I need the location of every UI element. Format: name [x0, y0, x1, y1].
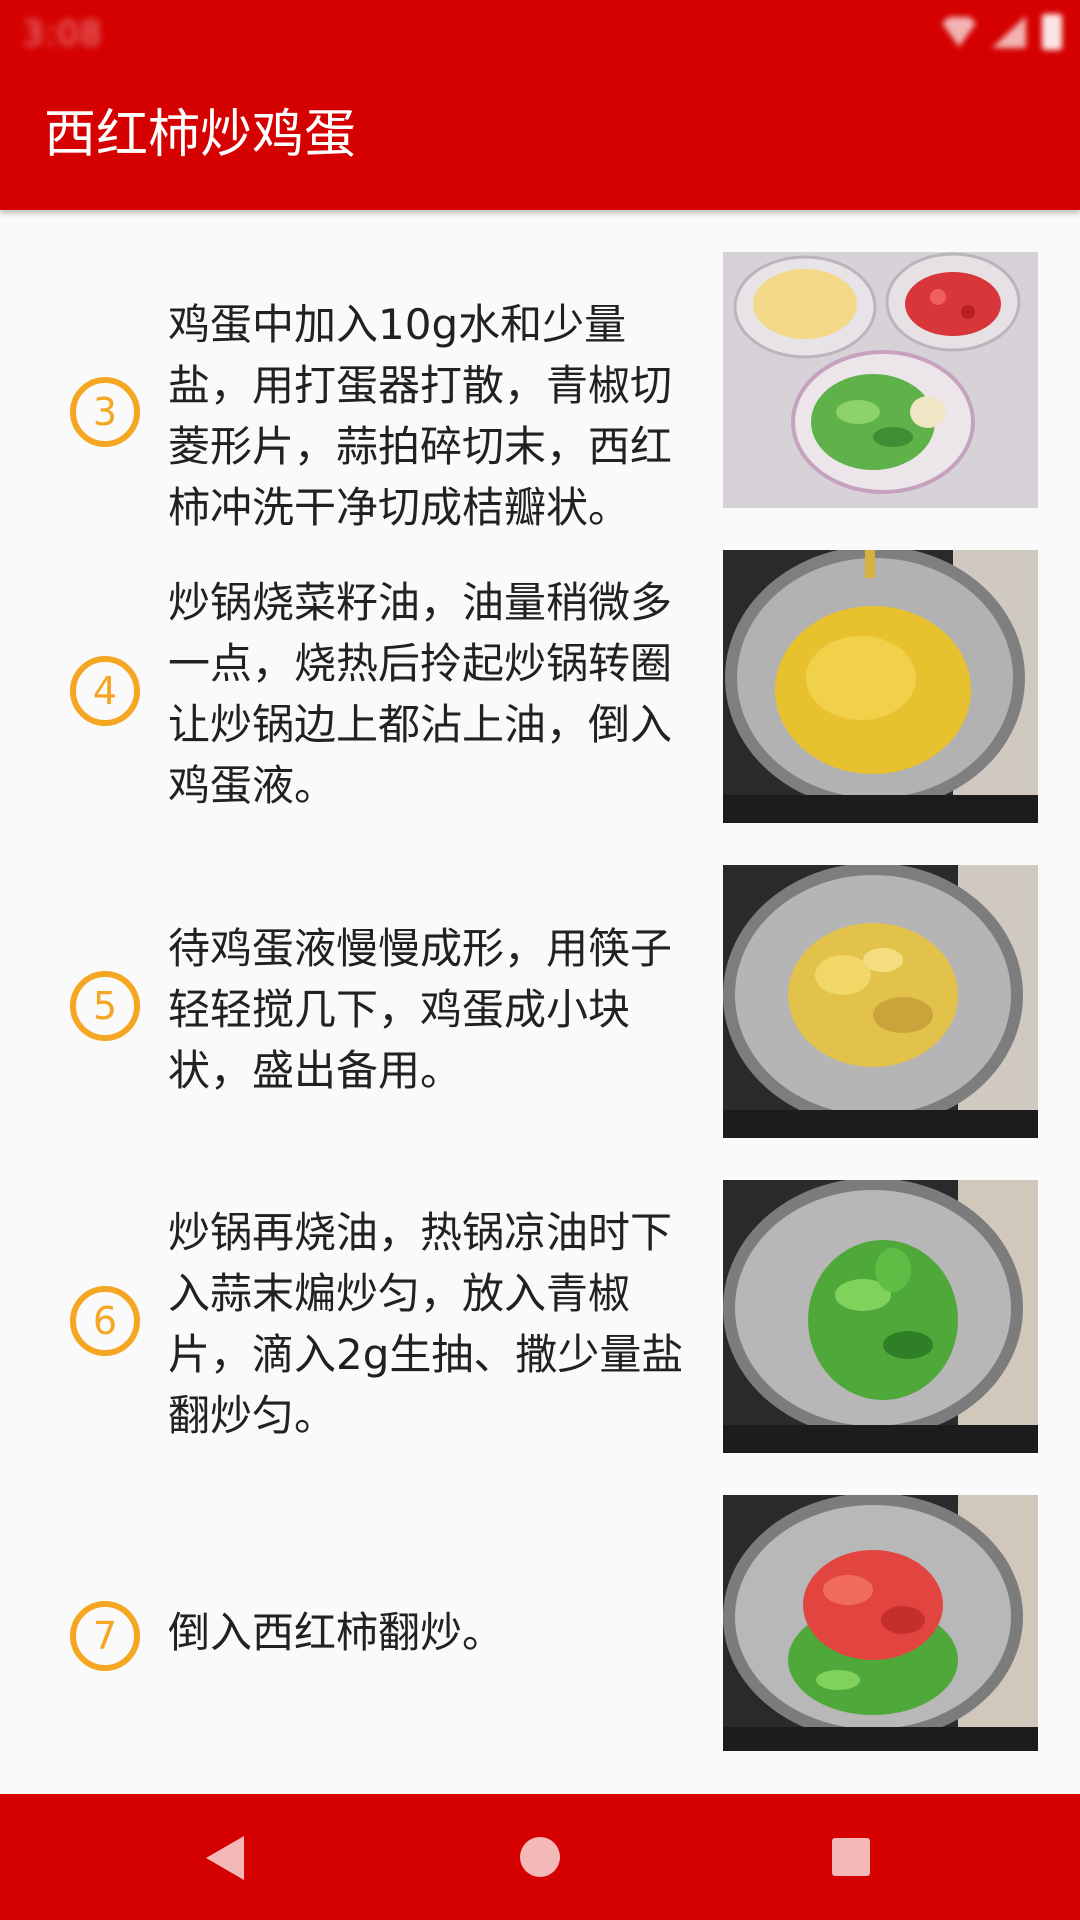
step-text: 炒锅烧菜籽油，油量稍微多一点，烧热后拎起炒锅转圈让炒锅边上都沾上油，倒入鸡蛋液。	[168, 578, 673, 810]
navigation-bar	[0, 1794, 1080, 1920]
step-text: 鸡蛋中加入10g水和少量盐，用打蛋器打散，青椒切菱形片，蒜拍碎切末，西红柿冲洗干…	[168, 300, 673, 532]
step-item[interactable]: 3 鸡蛋中加入10g水和少量盐，用打蛋器打散，青椒切菱形片，蒜拍碎切末，西红柿冲…	[0, 252, 1080, 567]
status-bar: 3:08	[0, 0, 1080, 63]
wifi-icon	[942, 17, 976, 47]
step-number-badge: 5	[70, 971, 140, 1041]
back-button[interactable]	[206, 1836, 244, 1880]
steps-list[interactable]: 3 鸡蛋中加入10g水和少量盐，用打蛋器打散，青椒切菱形片，蒜拍碎切末，西红柿冲…	[0, 210, 1080, 1794]
step-photo[interactable]	[723, 865, 1038, 1138]
step-item[interactable]: 7 倒入西红柿翻炒。	[0, 1495, 1080, 1794]
step-number-badge: 7	[70, 1601, 140, 1671]
step-photo[interactable]	[723, 1495, 1038, 1751]
wok-scrambled-egg-image	[723, 865, 1038, 1138]
step-text: 待鸡蛋液慢慢成形，用筷子轻轻搅几下，鸡蛋成小块状，盛出备用。	[168, 924, 673, 1095]
battery-icon	[1042, 14, 1062, 50]
status-time: 3:08	[22, 14, 103, 54]
recents-button[interactable]	[832, 1838, 870, 1876]
step-text: 炒锅再烧油，热锅凉油时下入蒜末煸炒匀，放入青椒片，滴入2g生抽、撒少量盐翻炒匀。	[168, 1208, 684, 1440]
home-button[interactable]	[520, 1837, 560, 1877]
step-number-badge: 3	[70, 377, 140, 447]
step-photo[interactable]	[723, 550, 1038, 823]
ingredients-bowls-image	[723, 252, 1038, 508]
step-number-badge: 4	[70, 656, 140, 726]
step-photo[interactable]	[723, 252, 1038, 508]
step-photo[interactable]	[723, 1180, 1038, 1453]
status-icons	[942, 12, 1062, 52]
wok-green-pepper-image	[723, 1180, 1038, 1453]
step-item[interactable]: 6 炒锅再烧油，热锅凉油时下入蒜末煸炒匀，放入青椒片，滴入2g生抽、撒少量盐翻炒…	[0, 1180, 1080, 1495]
app-bar: 西红柿炒鸡蛋	[0, 63, 1080, 210]
step-item[interactable]: 4 炒锅烧菜籽油，油量稍微多一点，烧热后拎起炒锅转圈让炒锅边上都沾上油，倒入鸡蛋…	[0, 550, 1080, 865]
step-item[interactable]: 5 待鸡蛋液慢慢成形，用筷子轻轻搅几下，鸡蛋成小块状，盛出备用。	[0, 865, 1080, 1180]
step-number-badge: 6	[70, 1286, 140, 1356]
step-text: 倒入西红柿翻炒。	[168, 1608, 505, 1657]
page-title: 西红柿炒鸡蛋	[44, 105, 357, 165]
wok-egg-liquid-image	[723, 550, 1038, 823]
cell-signal-icon	[992, 16, 1026, 48]
wok-tomato-image	[723, 1495, 1038, 1751]
